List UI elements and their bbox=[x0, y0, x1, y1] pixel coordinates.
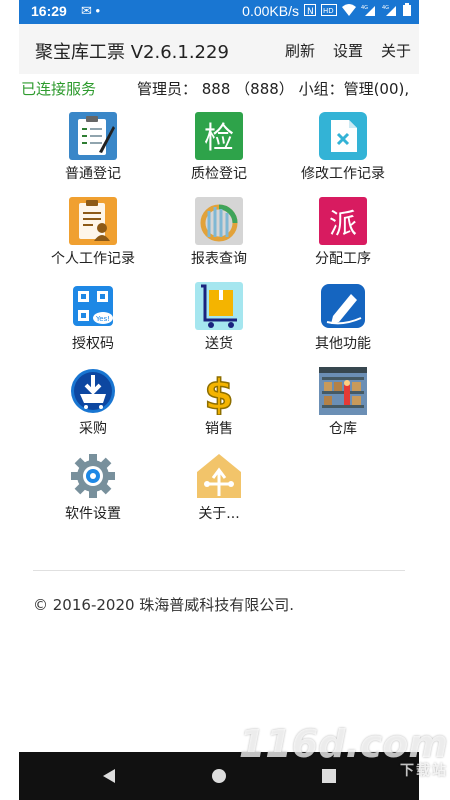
svg-text:4G: 4G bbox=[361, 5, 368, 11]
grid-item-label: 采购 bbox=[79, 421, 107, 437]
grid-item-purchase[interactable]: 采购 bbox=[28, 367, 158, 447]
grid-item-label: 授权码 bbox=[72, 336, 114, 352]
notification-icons: ✉ • bbox=[81, 3, 101, 18]
grid-item-other-functions[interactable]: 其他功能 bbox=[278, 282, 408, 362]
grid-item-label: 关于... bbox=[198, 506, 240, 522]
grid-item-label: 其他功能 bbox=[315, 336, 371, 352]
network-speed: 0.00KB/s bbox=[242, 3, 299, 19]
battery-icon bbox=[403, 3, 411, 19]
qrcode-icon: Yes! bbox=[69, 282, 117, 330]
grid-item-warehouse[interactable]: 仓库 bbox=[278, 367, 408, 447]
grid-item-assign-process[interactable]: 派 分配工序 bbox=[278, 197, 408, 277]
grid-item-quality-register[interactable]: 检 质检登记 bbox=[154, 112, 284, 192]
grid-item-edit-record[interactable]: 修改工作记录 bbox=[278, 112, 408, 192]
grid-item-normal-register[interactable]: 普通登记 bbox=[28, 112, 158, 192]
grid-item-label: 销售 bbox=[205, 421, 233, 437]
grid-item-delivery[interactable]: 送货 bbox=[154, 282, 284, 362]
about-icon bbox=[195, 452, 243, 500]
app-toolbar: 聚宝库工票 V2.6.1.229 刷新 设置 关于 bbox=[19, 24, 419, 74]
signal-icon-1: 4G bbox=[361, 4, 377, 19]
grid-item-about[interactable]: 关于... bbox=[154, 452, 284, 532]
person-record-icon bbox=[69, 197, 117, 245]
grid-item-label: 修改工作记录 bbox=[301, 166, 385, 182]
about-button[interactable]: 关于 bbox=[381, 40, 411, 61]
svg-text:HD: HD bbox=[323, 7, 334, 15]
edit-record-icon bbox=[319, 112, 367, 160]
status-right: 0.00KB/s N HD 4G 4G bbox=[242, 3, 411, 19]
shopping-cart-icon bbox=[69, 367, 117, 415]
home-icon[interactable] bbox=[207, 764, 231, 788]
inspect-icon: 检 bbox=[195, 112, 243, 160]
dollar-icon: $ bbox=[195, 367, 243, 420]
grid-item-label: 个人工作记录 bbox=[51, 251, 135, 267]
grid-item-label: 送货 bbox=[205, 336, 233, 352]
signal-icon-2: 4G bbox=[382, 4, 398, 19]
svg-text:N: N bbox=[307, 7, 314, 16]
grid-item-auth-code[interactable]: Yes! 授权码 bbox=[28, 282, 158, 362]
info-bar: 已连接服务 管理员： 888 （888） 小组：管理(00), bbox=[19, 78, 419, 100]
gear-icon bbox=[69, 452, 117, 500]
copyright-text: © 2016-2020 珠海普威科技有限公司. bbox=[33, 596, 295, 614]
clipboard-icon bbox=[69, 112, 117, 160]
grid-item-label: 普通登记 bbox=[65, 166, 121, 182]
status-bar: 16:29 ✉ • 0.00KB/s N HD 4G 4G bbox=[19, 0, 419, 24]
recents-icon[interactable] bbox=[317, 764, 341, 788]
grid-item-label: 仓库 bbox=[329, 421, 357, 437]
watermark-logo: 116d.com 下载站 bbox=[239, 722, 448, 779]
hd-icon: HD bbox=[321, 3, 337, 19]
settings-button[interactable]: 设置 bbox=[333, 40, 363, 61]
svg-text:派: 派 bbox=[329, 207, 357, 240]
pen-icon bbox=[319, 282, 367, 330]
grid-item-report-query[interactable]: 报表查询 bbox=[154, 197, 284, 277]
toolbar-menu: 刷新 设置 关于 bbox=[285, 40, 411, 61]
nfc-icon: N bbox=[304, 3, 316, 19]
grid-item-personal-record[interactable]: 个人工作记录 bbox=[28, 197, 158, 277]
grid-item-label: 质检登记 bbox=[191, 166, 247, 182]
grid-item-label: 报表查询 bbox=[191, 251, 247, 267]
grid-item-software-settings[interactable]: 软件设置 bbox=[28, 452, 158, 532]
back-icon[interactable] bbox=[97, 764, 121, 788]
dispatch-icon: 派 bbox=[319, 197, 367, 245]
wifi-icon bbox=[342, 3, 356, 19]
watermark-sub: 下载站 bbox=[400, 763, 448, 779]
svg-text:$: $ bbox=[204, 370, 233, 415]
grid-item-label: 软件设置 bbox=[65, 506, 121, 522]
grid-item-sales[interactable]: $ 销售 bbox=[154, 367, 284, 447]
grid-item-label: 分配工序 bbox=[315, 251, 371, 267]
cart-box-icon bbox=[195, 282, 243, 330]
app-title: 聚宝库工票 V2.6.1.229 bbox=[35, 42, 229, 63]
report-icon bbox=[195, 197, 243, 245]
warehouse-icon bbox=[319, 367, 367, 415]
footer-divider bbox=[33, 570, 405, 571]
admin-info: 管理员： 888 （888） 小组：管理(00), bbox=[137, 80, 410, 98]
refresh-button[interactable]: 刷新 bbox=[285, 40, 315, 61]
status-time: 16:29 bbox=[31, 3, 67, 19]
svg-text:Yes!: Yes! bbox=[95, 315, 110, 323]
phone-screen: 16:29 ✉ • 0.00KB/s N HD 4G 4G 聚宝库工票 V2.6… bbox=[19, 0, 419, 800]
svg-text:4G: 4G bbox=[382, 5, 389, 11]
connection-status: 已连接服务 bbox=[21, 80, 97, 98]
svg-text:检: 检 bbox=[204, 121, 234, 156]
